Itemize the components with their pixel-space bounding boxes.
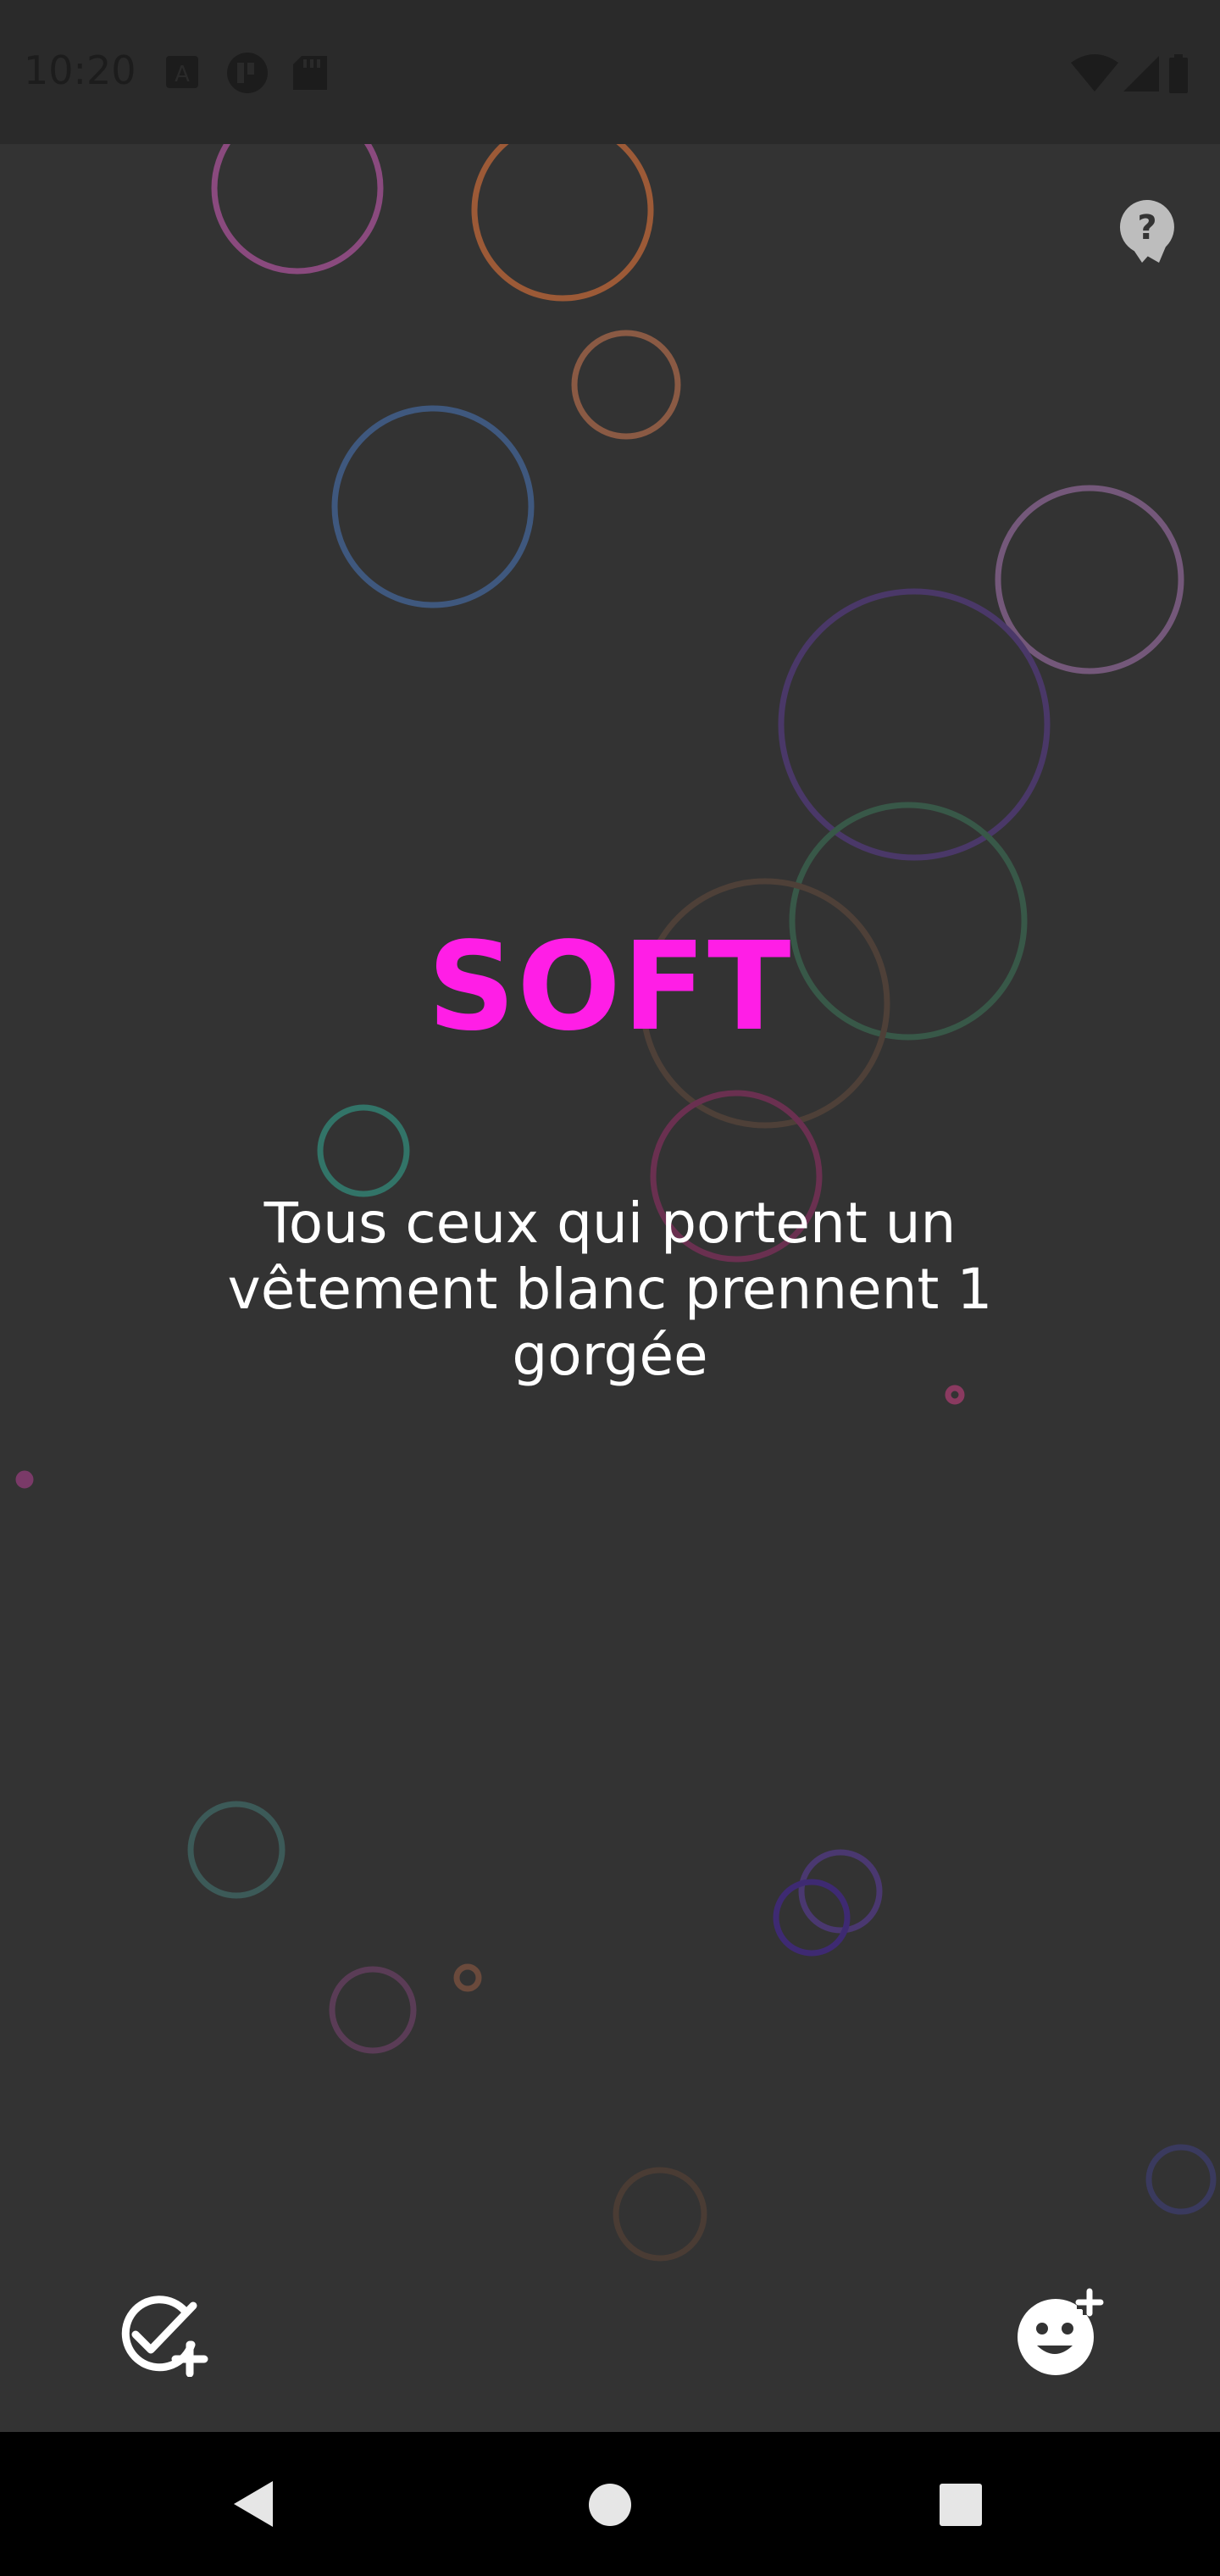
bubble: [995, 485, 1184, 675]
nav-home-button[interactable]: [587, 2482, 633, 2528]
add-card-button[interactable]: [119, 2292, 212, 2378]
nav-recents-button[interactable]: [938, 2482, 984, 2528]
card-text-line: Tous ceux qui portent un: [263, 1191, 957, 1256]
check-plus-icon: [121, 2296, 208, 2378]
smiley-plus-icon: [1018, 2288, 1104, 2375]
bubble: [798, 1849, 883, 1934]
bubble: [571, 330, 681, 440]
recents-square-icon: [940, 2484, 982, 2526]
app-notification-icon: [227, 53, 268, 93]
nav-back-button[interactable]: [230, 2478, 276, 2530]
help-button[interactable]: ?: [1117, 197, 1178, 264]
bubble: [15, 1470, 34, 1489]
status-time: 10:20: [24, 47, 136, 93]
battery-icon: [1169, 54, 1188, 93]
sd-card-icon: [293, 56, 327, 90]
bubble: [453, 1963, 482, 1992]
svg-text:A: A: [175, 62, 190, 87]
nav-bar: [0, 2432, 1220, 2576]
signal-icon: [1123, 56, 1159, 92]
app-screen: 10:20 A ? SOFT Tous ceux qui portent un …: [0, 0, 1220, 2576]
keyboard-a-icon: A: [166, 56, 198, 88]
bubble: [471, 119, 654, 302]
card-text-line: vêtement blanc prennent 1: [227, 1257, 993, 1322]
bubble: [778, 588, 1051, 861]
bubble: [317, 1104, 410, 1197]
add-player-button[interactable]: [1015, 2288, 1108, 2378]
help-icon: ?: [1119, 200, 1174, 263]
wifi-icon: [1071, 54, 1118, 92]
bubble: [945, 1385, 965, 1405]
card-text: Tous ceux qui portent un vêtement blanc …: [169, 1191, 1051, 1389]
bubble: [613, 2167, 707, 2262]
mode-title: SOFT: [427, 915, 793, 1058]
status-right-icons: [1071, 51, 1198, 100]
bubble: [329, 1966, 417, 2054]
bubble: [331, 405, 535, 608]
bubble: [187, 1801, 286, 1899]
svg-text:?: ?: [1137, 208, 1156, 247]
status-left-icons: A: [166, 51, 352, 100]
card-text-line: gorgée: [512, 1323, 708, 1388]
home-circle-icon: [589, 2484, 631, 2526]
status-bar: 10:20 A: [0, 0, 1220, 144]
bubble: [1145, 2144, 1217, 2215]
back-triangle-icon: [234, 2481, 273, 2527]
